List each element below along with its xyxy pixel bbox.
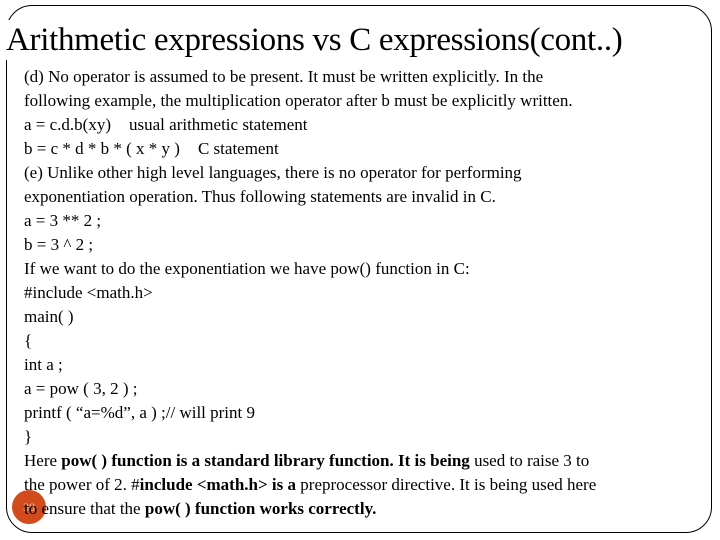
code-line: printf ( “a=%d”, a ) ;// will print 9 (24, 403, 255, 422)
explanation-text: preprocessor directive. It is being used… (296, 475, 597, 494)
explanation-bold-text: pow( ) function is a standard library fu… (61, 451, 470, 470)
example-c-code: b = c * d * b * ( x * y ) (24, 139, 180, 158)
code-line: int a ; (24, 355, 63, 374)
explanation-text: to ensure that the (24, 499, 145, 518)
point-e-line-2: exponentiation operation. Thus following… (24, 187, 496, 206)
explanation-bold-text: include <math.h> is a (139, 475, 297, 494)
slide-body: (d) No operator is assumed to be present… (24, 65, 708, 521)
explanation-line-3: to ensure that the pow( ) function works… (24, 497, 708, 521)
point-e-line-1: (e) Unlike other high level languages, t… (24, 163, 522, 182)
example-c-note: C statement (197, 139, 279, 158)
explanation-text: Here (24, 451, 62, 470)
code-line: a = pow ( 3, 2 ) ; (24, 379, 138, 398)
code-line: } (24, 427, 33, 446)
example-arithmetic-code: a = c.d.b(xy) (24, 115, 112, 134)
slide-title: Arithmetic expressions vs C expressions(… (6, 20, 627, 60)
code-line: #include <math.h> (24, 283, 153, 302)
invalid-statement-1: a = 3 ** 2 ; (24, 211, 102, 230)
example-arithmetic: a = c.d.b(xy) usual arithmetic statement (24, 113, 708, 137)
code-line: { (24, 331, 33, 350)
example-arithmetic-note: usual arithmetic statement (129, 115, 308, 134)
example-c: b = c * d * b * ( x * y ) C statement (24, 137, 708, 161)
explanation-bold-text: pow( ) function works correctly. (144, 499, 377, 518)
point-d-line-2: following example, the multiplication op… (24, 91, 573, 110)
code-line: main( ) (24, 307, 74, 326)
pow-intro: If we want to do the exponentiation we h… (24, 259, 470, 278)
explanation-line-2: the power of 2. #include <math.h> is a p… (24, 473, 708, 497)
explanation-text: the power of 2. # (24, 475, 140, 494)
point-d-line-1: (d) No operator is assumed to be present… (24, 67, 544, 86)
explanation-line-1: Here pow( ) function is a standard libra… (24, 449, 708, 473)
invalid-statement-2: b = 3 ^ 2 ; (24, 235, 94, 254)
explanation-text: used to raise 3 to (469, 451, 590, 470)
